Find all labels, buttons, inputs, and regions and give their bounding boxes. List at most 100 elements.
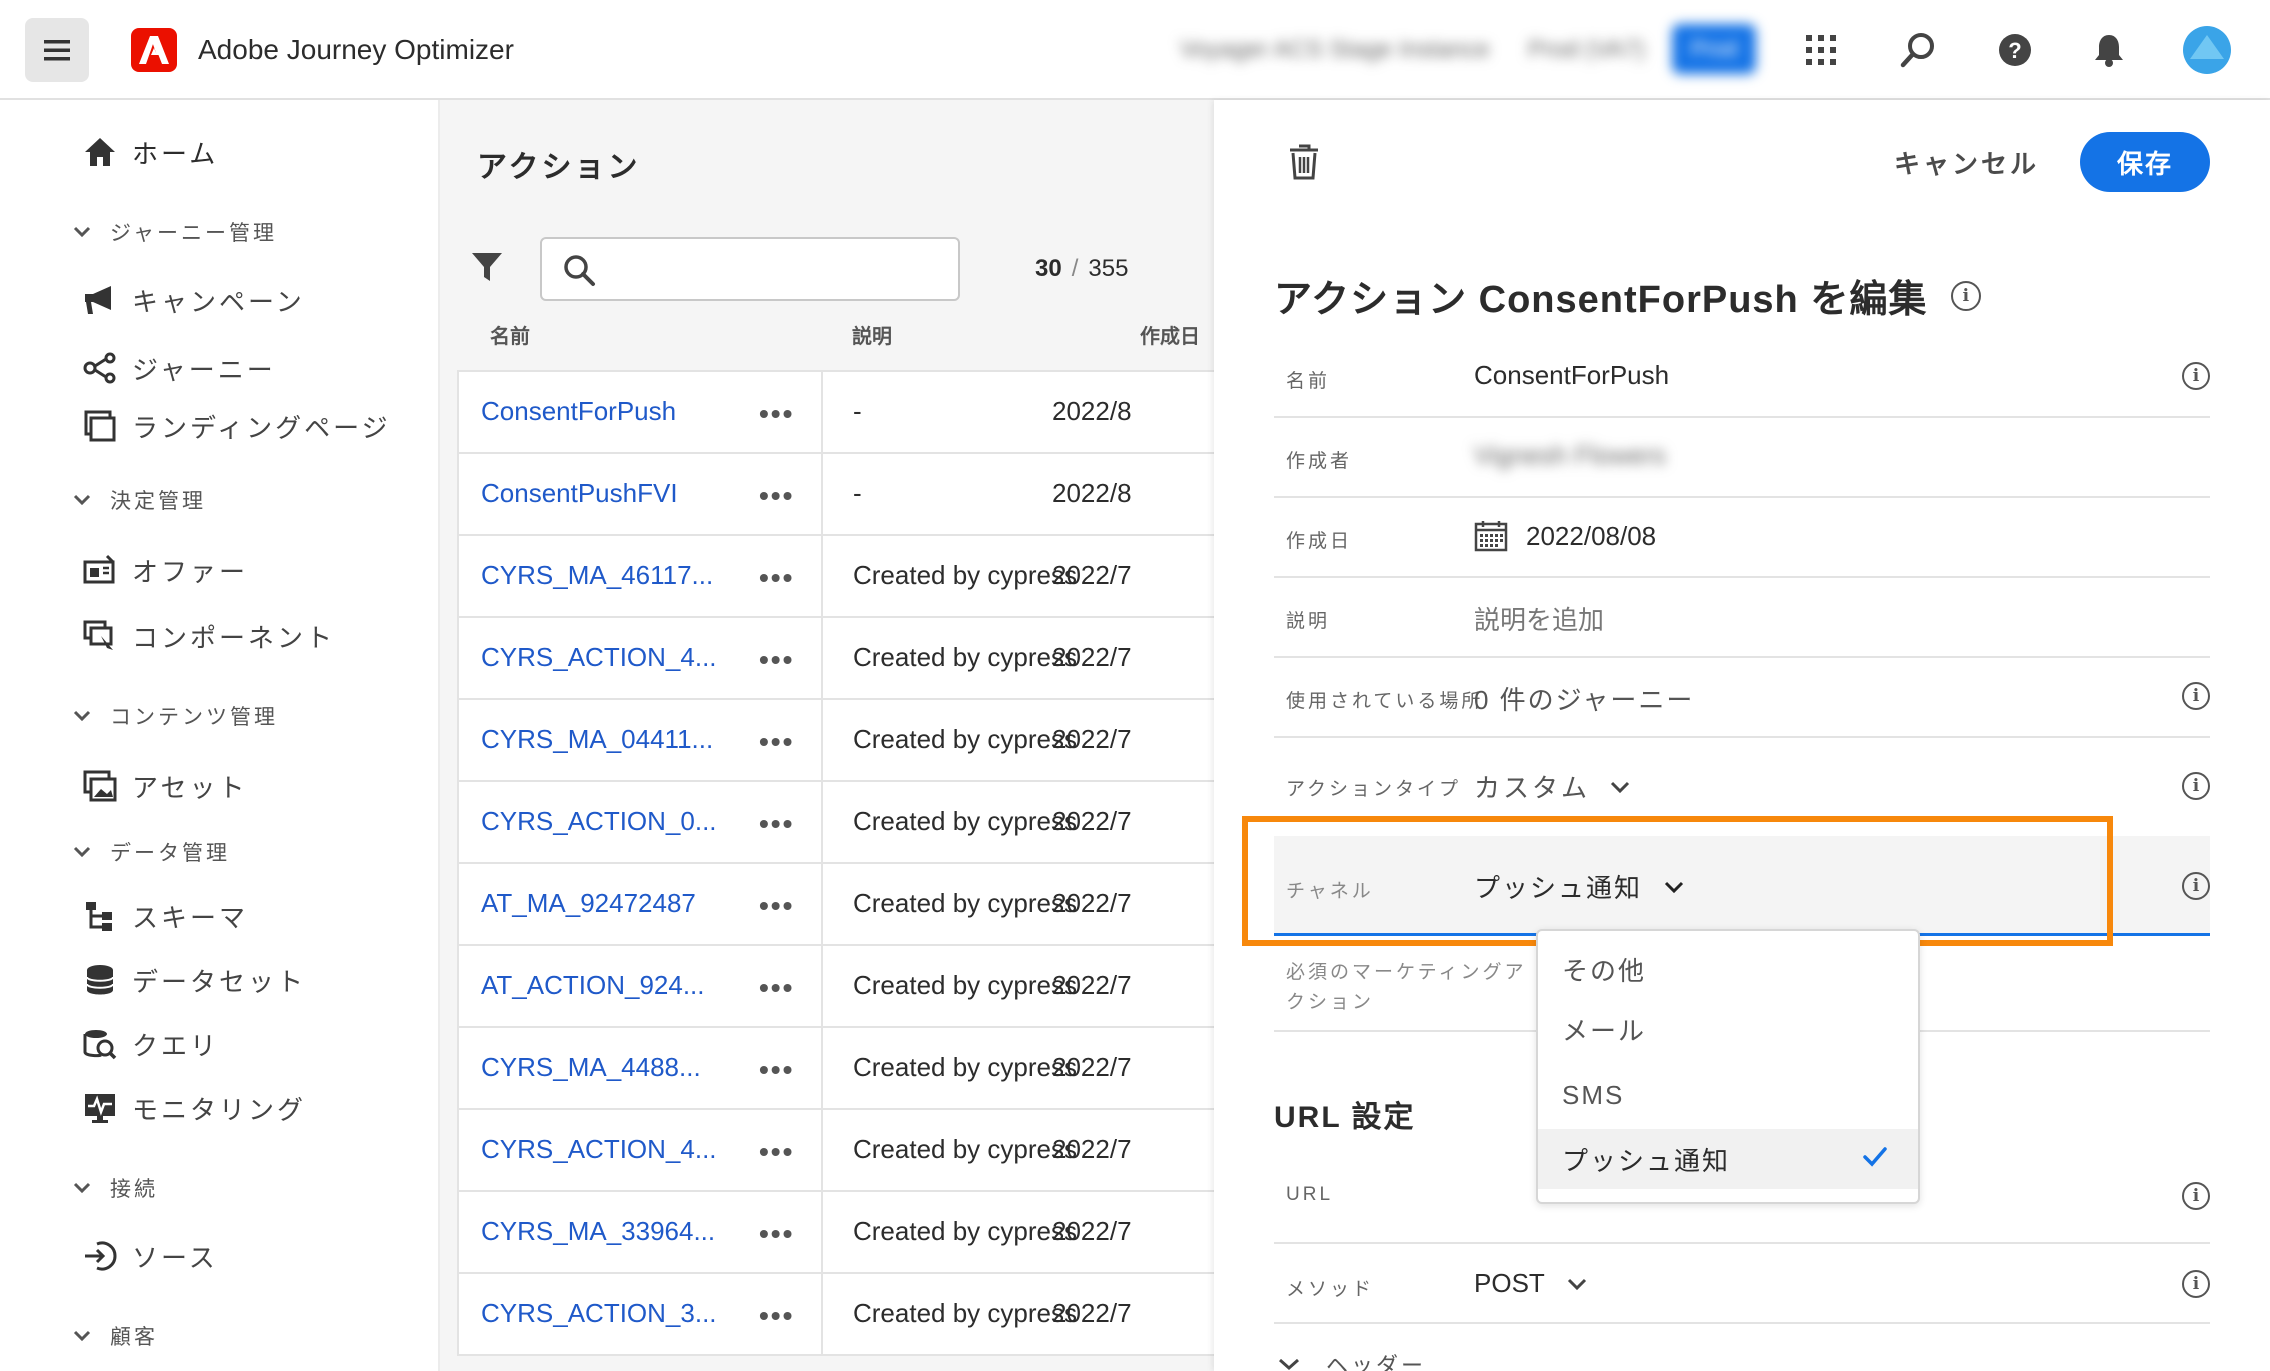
home-icon	[80, 132, 120, 172]
info-icon[interactable]: i	[2182, 872, 2210, 900]
menu-button[interactable]	[25, 18, 89, 82]
table-row[interactable]: CYRS_ACTION_3... ••• Created by cypress E2…	[459, 1274, 1214, 1356]
info-icon[interactable]: i	[2182, 1270, 2210, 1298]
action-name-link[interactable]: CYRS_MA_4488...	[481, 1052, 701, 1083]
nav-item-landing-pages[interactable]: ランディングページ	[80, 404, 391, 448]
cancel-button[interactable]: キャンセル	[1894, 144, 2039, 181]
action-name-link[interactable]: CYRS_ACTION_3...	[481, 1298, 717, 1329]
action-name-link[interactable]: CYRS_ACTION_4...	[481, 1134, 717, 1165]
column-header-created[interactable]: 作成日	[1140, 320, 1200, 349]
nav-item-sources[interactable]: ソース	[80, 1234, 218, 1278]
action-name-link[interactable]: AT_MA_92472487	[481, 888, 696, 919]
info-icon[interactable]: i	[1951, 280, 1982, 311]
search-button[interactable]	[1894, 26, 1942, 74]
nav-item-monitoring[interactable]: モニタリング	[80, 1086, 306, 1130]
environment-label[interactable]: Prod (VA7)	[1528, 36, 1645, 64]
column-header-name[interactable]: 名前	[490, 320, 530, 349]
more-actions-button[interactable]: •••	[759, 1136, 794, 1168]
table-row[interactable]: CYRS_MA_46117... ••• Created by cypress M2…	[459, 536, 1214, 618]
action-name-link[interactable]: CYRS_MA_46117...	[481, 560, 713, 591]
table-row[interactable]: CYRS_MA_04411... ••• Created by cypress M2…	[459, 700, 1214, 782]
table-row[interactable]: AT_ACTION_924... ••• Created by cypress E2…	[459, 946, 1214, 1028]
table-row[interactable]: CYRS_ACTION_0... ••• Created by cypress E2…	[459, 782, 1214, 864]
action-name-link[interactable]: CYRS_MA_33964...	[481, 1216, 715, 1247]
action-type-picker[interactable]: カスタム	[1474, 768, 1630, 805]
more-actions-button[interactable]: •••	[759, 808, 794, 840]
pages-icon	[80, 406, 120, 446]
more-actions-button[interactable]: •••	[759, 562, 794, 594]
notifications-button[interactable]	[2085, 26, 2133, 74]
info-icon[interactable]: i	[2182, 362, 2210, 390]
action-name-link[interactable]: CYRS_ACTION_0...	[481, 806, 717, 837]
column-header-description[interactable]: 説明	[852, 320, 892, 349]
nav-section-label: ジャーニー管理	[110, 222, 277, 245]
action-name-link[interactable]: ConsentPushFVI	[481, 478, 678, 509]
action-created-date: 2022/8	[1052, 396, 1132, 426]
nav-item-datasets[interactable]: データセット	[80, 958, 306, 1002]
table-row[interactable]: CYRS_MA_4488... ••• Created by cypress M 20…	[459, 1028, 1214, 1110]
action-name-link[interactable]: CYRS_ACTION_4...	[481, 642, 717, 673]
nav-section-label: データ管理	[110, 842, 230, 865]
nav-item-journeys[interactable]: ジャーニー	[80, 346, 276, 390]
more-actions-button[interactable]: •••	[759, 1054, 794, 1086]
environment-badge[interactable]: Prod	[1672, 24, 1756, 74]
method-picker[interactable]: POST	[1474, 1268, 1587, 1299]
table-row[interactable]: AT_MA_92472487 ••• Created by cypress M 202…	[459, 864, 1214, 946]
more-actions-button[interactable]: •••	[759, 1300, 794, 1332]
nav-item-schemas[interactable]: スキーマ	[80, 894, 248, 938]
nav-item-home[interactable]: ホーム	[80, 130, 218, 174]
nav-item-assets[interactable]: アセット	[80, 764, 247, 808]
filter-button[interactable]	[470, 250, 510, 290]
info-icon[interactable]: i	[2182, 772, 2210, 800]
count-total: 355	[1088, 255, 1129, 282]
chevron-down-icon	[70, 220, 94, 244]
nav-section-decision-management[interactable]: 決定管理	[70, 480, 206, 520]
nav-item-queries[interactable]: クエリ	[80, 1022, 219, 1066]
table-row[interactable]: ConsentPushFVI ••• - 2022/8	[459, 454, 1214, 536]
adobe-logo[interactable]	[131, 28, 177, 72]
nav-item-campaigns[interactable]: キャンペーン	[80, 278, 305, 322]
save-button[interactable]: 保存	[2080, 132, 2210, 192]
name-input[interactable]: ConsentForPush	[1474, 360, 1669, 391]
dropdown-option-sms[interactable]: SMS	[1538, 1065, 1918, 1125]
info-icon[interactable]: i	[2182, 682, 2210, 710]
action-name-link[interactable]: CYRS_MA_04411...	[481, 724, 713, 755]
help-button[interactable]: ?	[1991, 26, 2039, 74]
more-actions-button[interactable]: •••	[759, 644, 794, 676]
dropdown-option-email[interactable]: メール	[1538, 999, 1918, 1059]
search-input[interactable]	[540, 237, 960, 301]
more-actions-button[interactable]: •••	[759, 480, 794, 512]
action-name-link[interactable]: AT_ACTION_924...	[481, 970, 705, 1001]
dropdown-option-other[interactable]: その他	[1538, 939, 1918, 999]
nav-item-offers[interactable]: オファー	[80, 548, 248, 592]
dropdown-option-push[interactable]: プッシュ通知	[1538, 1129, 1918, 1189]
table-row[interactable]: CYRS_ACTION_4... ••• Created by cypress E2…	[459, 1110, 1214, 1192]
more-actions-button[interactable]: •••	[759, 890, 794, 922]
headers-section-toggle[interactable]: ヘッダー	[1278, 1348, 1426, 1371]
action-description: Created by cypress M	[853, 1052, 1083, 1082]
nav-section-data-management[interactable]: データ管理	[70, 832, 230, 872]
nav-section-content-management[interactable]: コンテンツ管理	[70, 696, 278, 736]
sandbox-label[interactable]: Voyager ACS Stage Instance	[1180, 36, 1490, 64]
nav-section-customers[interactable]: 顧客	[70, 1316, 158, 1356]
description-input[interactable]: 説明を追加	[1474, 600, 1604, 637]
user-avatar[interactable]	[2182, 25, 2232, 75]
table-row[interactable]: CYRS_MA_33964... ••• Created by cypress M2…	[459, 1192, 1214, 1274]
more-actions-button[interactable]: •••	[759, 972, 794, 1004]
more-actions-button[interactable]: •••	[759, 398, 794, 430]
field-label: 説明	[1286, 611, 1331, 632]
nav-section-journey-management[interactable]: ジャーニー管理	[70, 212, 277, 252]
info-icon[interactable]: i	[2182, 1182, 2210, 1210]
action-name-link[interactable]: ConsentForPush	[481, 396, 676, 427]
more-actions-button[interactable]: •••	[759, 1218, 794, 1250]
more-actions-button[interactable]: •••	[759, 726, 794, 758]
nav-item-components[interactable]: コンポーネント	[80, 614, 335, 658]
delete-button[interactable]	[1288, 144, 1328, 188]
field-row-usage: 使用されている場所 0 件のジャーニー i	[1274, 658, 2210, 738]
table-row[interactable]: ConsentForPush ••• - 2022/8	[459, 372, 1214, 454]
chevron-down-icon	[70, 704, 94, 728]
apps-button[interactable]	[1797, 26, 1845, 74]
count-shown: 30	[1035, 255, 1062, 282]
nav-section-connections[interactable]: 接続	[70, 1168, 158, 1208]
table-row[interactable]: CYRS_ACTION_4... ••• Created by cypress E2…	[459, 618, 1214, 700]
